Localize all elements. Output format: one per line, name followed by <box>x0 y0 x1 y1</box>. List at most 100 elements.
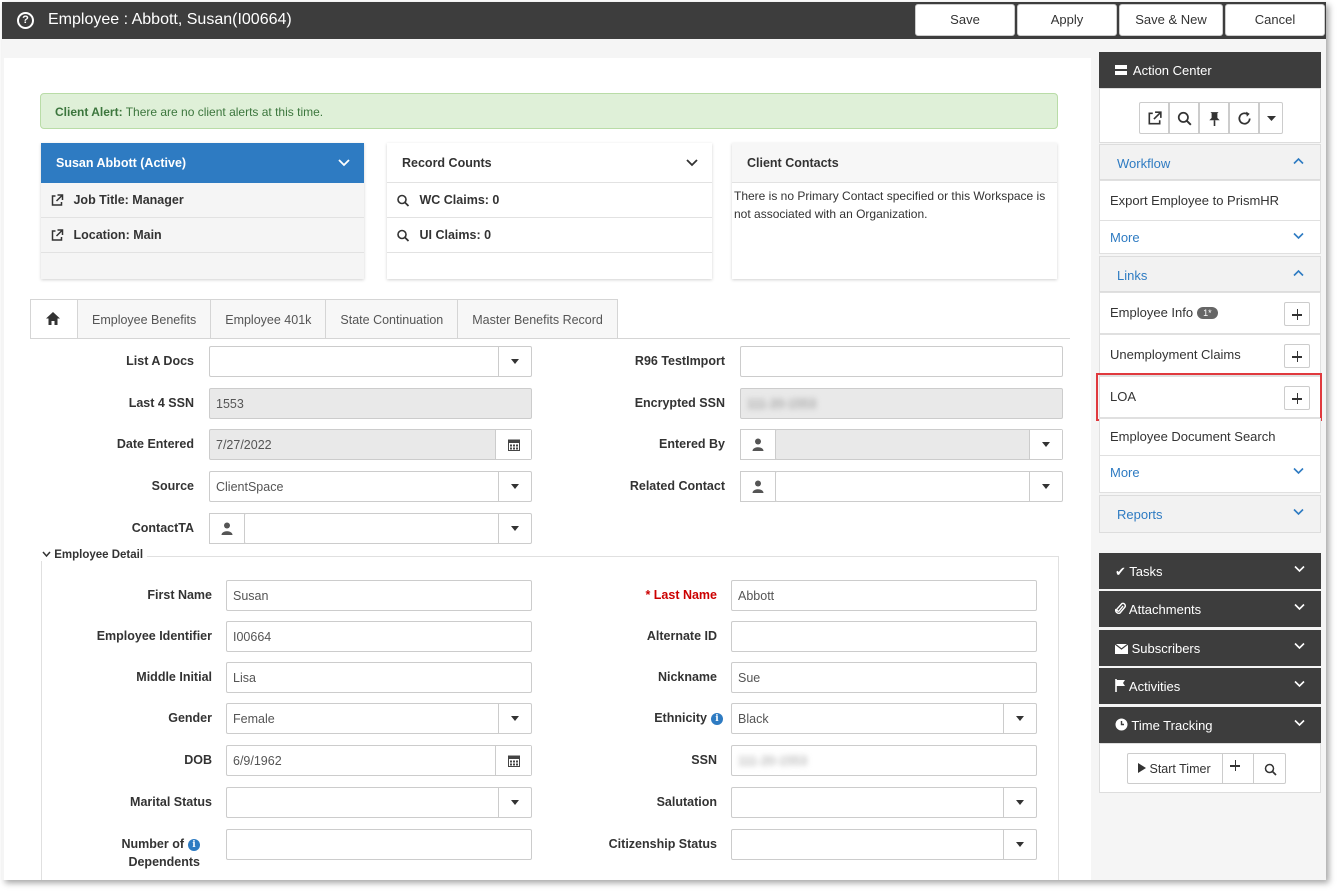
calendar-button[interactable] <box>495 746 531 775</box>
add-time-entry-button[interactable] <box>1222 753 1254 784</box>
workflow-more[interactable]: More <box>1099 220 1321 254</box>
save-new-button[interactable]: Save & New <box>1119 4 1223 36</box>
chevron-down-icon[interactable] <box>1029 472 1062 501</box>
apply-button[interactable]: Apply <box>1017 4 1117 36</box>
time-tracking-header[interactable]: Time Tracking <box>1099 707 1321 743</box>
external-link-icon[interactable] <box>49 194 65 207</box>
link-employee-info[interactable]: Employee Info 1* <box>1099 292 1321 334</box>
chevron-down-icon[interactable] <box>338 156 350 168</box>
chevron-down-icon[interactable] <box>686 156 698 168</box>
add-employee-info-button[interactable] <box>1284 302 1310 326</box>
save-button[interactable]: Save <box>915 4 1015 36</box>
list-a-docs-select[interactable] <box>209 346 532 377</box>
link-unemployment-claims[interactable]: Unemployment Claims <box>1099 334 1321 376</box>
links-title: Links <box>1117 268 1148 283</box>
cancel-button[interactable]: Cancel <box>1225 4 1325 36</box>
dob-input[interactable]: 6/9/1962 <box>226 745 532 776</box>
chevron-down-icon[interactable] <box>1029 430 1062 459</box>
add-unemployment-claim-button[interactable] <box>1284 344 1310 368</box>
start-timer-button[interactable]: Start Timer <box>1127 753 1223 784</box>
tab-home[interactable] <box>30 299 77 339</box>
date-entered-input[interactable]: 7/27/2022 <box>209 429 532 460</box>
subscribers-header[interactable]: Subscribers <box>1099 630 1321 666</box>
workflow-item-export[interactable]: Export Employee to PrismHR <box>1099 180 1321 222</box>
chevron-down-icon[interactable] <box>498 704 531 733</box>
tab-employee-benefits[interactable]: Employee Benefits <box>77 299 211 339</box>
ssn-input[interactable]: 111-20-1553 <box>731 745 1037 776</box>
popout-button[interactable] <box>1139 102 1169 134</box>
tasks-header[interactable]: ✔ Tasks <box>1099 553 1321 589</box>
chevron-down-icon[interactable] <box>1294 719 1305 727</box>
tab-employee-401k[interactable]: Employee 401k <box>210 299 326 339</box>
encrypted-ssn-input[interactable]: 111-20-1553 <box>740 388 1063 419</box>
chevron-down-icon[interactable] <box>498 472 531 501</box>
info-icon[interactable]: i <box>188 839 200 851</box>
links-more[interactable]: More <box>1099 455 1321 493</box>
chevron-up-icon[interactable] <box>1293 269 1304 277</box>
attachments-header[interactable]: Attachments <box>1099 591 1321 627</box>
employee-card: Susan Abbott (Active) Job Title: Manager… <box>41 143 364 279</box>
tasks-title: Tasks <box>1129 564 1163 579</box>
refresh-icon <box>1238 111 1251 125</box>
link-employee-document-search[interactable]: Employee Document Search <box>1099 418 1321 456</box>
chevron-down-icon[interactable] <box>498 514 531 543</box>
calendar-button[interactable] <box>495 430 531 459</box>
pin-button[interactable] <box>1199 102 1229 134</box>
related-contact-select[interactable] <box>775 471 1063 502</box>
chevron-down-icon[interactable] <box>1003 830 1036 859</box>
citizenship-select[interactable] <box>731 829 1037 860</box>
job-title-row[interactable]: Job Title: Manager <box>41 183 364 218</box>
workflow-header[interactable]: Workflow <box>1099 144 1321 180</box>
reports-title: Reports <box>1117 507 1163 522</box>
middle-initial-input[interactable]: Lisa <box>226 662 532 693</box>
employee-identifier-input[interactable]: I00664 <box>226 621 532 652</box>
marital-status-select[interactable] <box>226 787 532 818</box>
alternate-id-input[interactable] <box>731 621 1037 652</box>
refresh-button[interactable] <box>1229 102 1259 134</box>
info-icon[interactable]: i <box>711 713 723 725</box>
chevron-down-icon[interactable] <box>1003 704 1036 733</box>
tab-state-continuation[interactable]: State Continuation <box>325 299 458 339</box>
nickname-input[interactable]: Sue <box>731 662 1037 693</box>
last-name-input[interactable]: Abbott <box>731 580 1037 611</box>
links-header[interactable]: Links <box>1099 256 1321 292</box>
chevron-down-icon[interactable] <box>1294 603 1305 611</box>
dependents-input[interactable] <box>226 829 532 860</box>
source-select[interactable]: ClientSpace <box>209 471 532 502</box>
search-time-button[interactable] <box>1253 753 1286 784</box>
contact-ta-select[interactable] <box>244 513 532 544</box>
reports-header[interactable]: Reports <box>1099 495 1321 533</box>
external-link-icon[interactable] <box>49 229 65 242</box>
first-name-input[interactable]: Susan <box>226 580 532 611</box>
employee-card-header[interactable]: Susan Abbott (Active) <box>41 143 364 183</box>
help-icon[interactable]: ? <box>17 12 34 29</box>
entered-by-select[interactable] <box>775 429 1063 460</box>
search-button[interactable] <box>1169 102 1199 134</box>
employee-detail-legend[interactable]: Employee Detail <box>38 549 148 561</box>
marital-status-label: Marital Status <box>130 795 212 809</box>
salutation-select[interactable] <box>731 787 1037 818</box>
last4-input[interactable]: 1553 <box>209 388 532 419</box>
chevron-down-icon[interactable] <box>1003 788 1036 817</box>
chevron-down-icon[interactable] <box>1293 508 1304 516</box>
r96-input[interactable] <box>740 346 1063 377</box>
wc-claims-row[interactable]: WC Claims: 0 <box>387 183 712 218</box>
pin-icon <box>1209 112 1220 126</box>
chevron-down-icon[interactable] <box>1294 642 1305 650</box>
gender-select[interactable]: Female <box>226 703 532 734</box>
more-actions-dropdown[interactable] <box>1259 102 1283 134</box>
record-counts-header[interactable]: Record Counts <box>387 143 712 183</box>
location-row[interactable]: Location: Main <box>41 218 364 253</box>
ethnicity-select[interactable]: Black <box>731 703 1037 734</box>
chevron-up-icon[interactable] <box>1293 157 1304 165</box>
activities-header[interactable]: Activities <box>1099 668 1321 704</box>
chevron-down-icon[interactable] <box>498 788 531 817</box>
citizenship-label: Citizenship Status <box>608 837 717 851</box>
chevron-down-icon[interactable] <box>1294 680 1305 688</box>
entered-by-label: Entered By <box>659 437 725 451</box>
tab-master-benefits-record[interactable]: Master Benefits Record <box>457 299 618 339</box>
chevron-down-icon[interactable] <box>498 347 531 376</box>
chevron-down-icon[interactable] <box>1294 565 1305 573</box>
chevron-down-icon[interactable] <box>42 550 51 558</box>
ui-claims-row[interactable]: UI Claims: 0 <box>387 218 712 253</box>
